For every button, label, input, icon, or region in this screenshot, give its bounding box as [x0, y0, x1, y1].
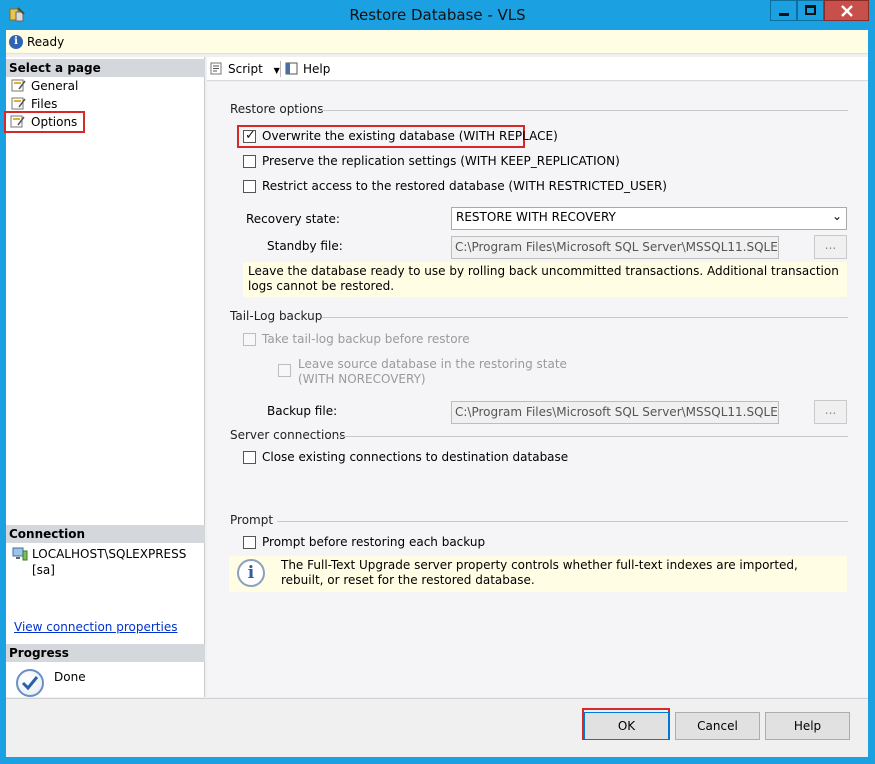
page-icon [10, 115, 25, 128]
minimize-button[interactable] [770, 0, 797, 21]
overwrite-label: Overwrite the existing database (WITH RE… [262, 129, 558, 143]
script-label: Script [228, 62, 263, 76]
tail-log-title: Tail-Log backup [230, 309, 323, 323]
standby-file-input[interactable]: C:\Program Files\Microsoft SQL Server\MS… [451, 236, 779, 259]
checkbox-box [243, 333, 256, 346]
leave-restoring-label-2: (WITH NORECOVERY) [298, 372, 426, 386]
dialog-client: i Ready Select a page General Files Opti… [4, 30, 868, 757]
page-icon [11, 79, 26, 92]
restore-options-title: Restore options [230, 102, 324, 116]
restore-database-window: Restore Database - VLS i Ready Select a … [0, 0, 875, 764]
group-divider [319, 110, 848, 111]
standby-file-label: Standby file: [267, 239, 343, 253]
minimize-icon [779, 13, 789, 16]
progress-status: Done [54, 670, 86, 684]
preserve-replication-checkbox[interactable]: Preserve the replication settings (WITH … [243, 154, 620, 169]
backup-browse-button[interactable]: ... [814, 400, 847, 424]
backup-file-label: Backup file: [267, 404, 338, 418]
checkbox-box [278, 364, 291, 377]
restrict-access-label: Restrict access to the restored database… [262, 179, 667, 193]
maximize-button[interactable] [797, 0, 824, 21]
help-button[interactable]: Help [765, 712, 850, 740]
take-tail-log-label: Take tail-log backup before restore [262, 332, 470, 346]
connection-header: Connection [6, 525, 205, 543]
script-icon [210, 62, 222, 75]
done-check-icon [16, 669, 44, 697]
status-bar: i Ready [6, 30, 868, 54]
left-panel: Select a page General Files Options Conn… [4, 57, 205, 697]
checkbox-box [243, 128, 256, 143]
close-icon [841, 5, 853, 17]
backup-file-input[interactable]: C:\Program Files\Microsoft SQL Server\MS… [451, 401, 779, 424]
prompt-title: Prompt [230, 513, 274, 527]
info-icon: i [237, 559, 265, 587]
maximize-icon [805, 5, 816, 15]
script-button[interactable]: Script ▼ [210, 61, 280, 79]
page-icon [11, 97, 26, 110]
checkbox-box [243, 536, 256, 549]
toolbar: Script ▼ Help [207, 57, 868, 81]
status-text: Ready [27, 35, 65, 49]
leave-restoring-checkbox[interactable]: Leave source database in the restoring s… [278, 357, 567, 387]
preserve-replication-label: Preserve the replication settings (WITH … [262, 154, 620, 168]
leave-restoring-label-1: Leave source database in the restoring s… [298, 357, 567, 371]
window-title: Restore Database - VLS [349, 6, 526, 24]
help-toolbar-button[interactable]: Help [285, 61, 330, 77]
toolbar-separator [280, 61, 281, 77]
chevron-down-icon: ⌄ [831, 209, 842, 223]
fulltext-info-text: The Full-Text Upgrade server property co… [281, 558, 798, 587]
checkbox-box [243, 451, 256, 464]
select-page-header: Select a page [6, 59, 205, 77]
server-connections-title: Server connections [230, 428, 346, 442]
connection-server-text: LOCALHOST\SQLEXPRESS [sa] [32, 547, 187, 577]
prompt-before-checkbox[interactable]: Prompt before restoring each backup [243, 535, 485, 550]
page-item-label: General [31, 79, 79, 93]
chevron-down-icon: ▼ [273, 66, 280, 75]
restrict-access-checkbox[interactable]: Restrict access to the restored database… [243, 179, 667, 194]
options-page: Restore options Overwrite the existing d… [207, 82, 868, 697]
server-icon [12, 547, 28, 561]
page-item-general[interactable]: General [10, 77, 78, 95]
progress-header: Progress [6, 644, 205, 662]
checkbox-box [243, 180, 256, 193]
page-item-label: Files [31, 97, 58, 111]
recovery-state-value: RESTORE WITH RECOVERY [456, 210, 616, 224]
close-button[interactable] [824, 0, 869, 21]
page-item-options[interactable]: Options [4, 111, 85, 133]
group-divider [322, 317, 848, 318]
prompt-before-label: Prompt before restoring each backup [262, 535, 486, 549]
page-item-label: Options [31, 115, 78, 129]
recovery-state-select[interactable]: RESTORE WITH RECOVERY ⌄ [451, 207, 847, 230]
group-divider [277, 521, 848, 522]
close-connections-label: Close existing connections to destinatio… [262, 450, 569, 464]
take-tail-log-checkbox[interactable]: Take tail-log backup before restore [243, 332, 470, 347]
view-connection-properties-link[interactable]: View connection properties [14, 620, 177, 634]
connection-server: LOCALHOST\SQLEXPRESS [sa] [12, 546, 204, 578]
group-divider [337, 436, 848, 437]
cancel-button[interactable]: Cancel [675, 712, 760, 740]
help-icon [285, 62, 298, 75]
help-label: Help [303, 62, 331, 76]
title-bar[interactable]: Restore Database - VLS [0, 0, 875, 30]
fulltext-info-note: i The Full-Text Upgrade server property … [229, 556, 847, 592]
close-connections-checkbox[interactable]: Close existing connections to destinatio… [243, 450, 568, 465]
info-icon: i [9, 35, 23, 49]
overwrite-checkbox[interactable]: Overwrite the existing database (WITH RE… [243, 128, 558, 144]
recovery-state-label: Recovery state: [246, 212, 340, 226]
recovery-note: Leave the database ready to use by rolli… [243, 262, 847, 297]
checkbox-box [243, 155, 256, 168]
ok-button[interactable]: OK [584, 712, 669, 740]
standby-browse-button[interactable]: ... [814, 235, 847, 259]
